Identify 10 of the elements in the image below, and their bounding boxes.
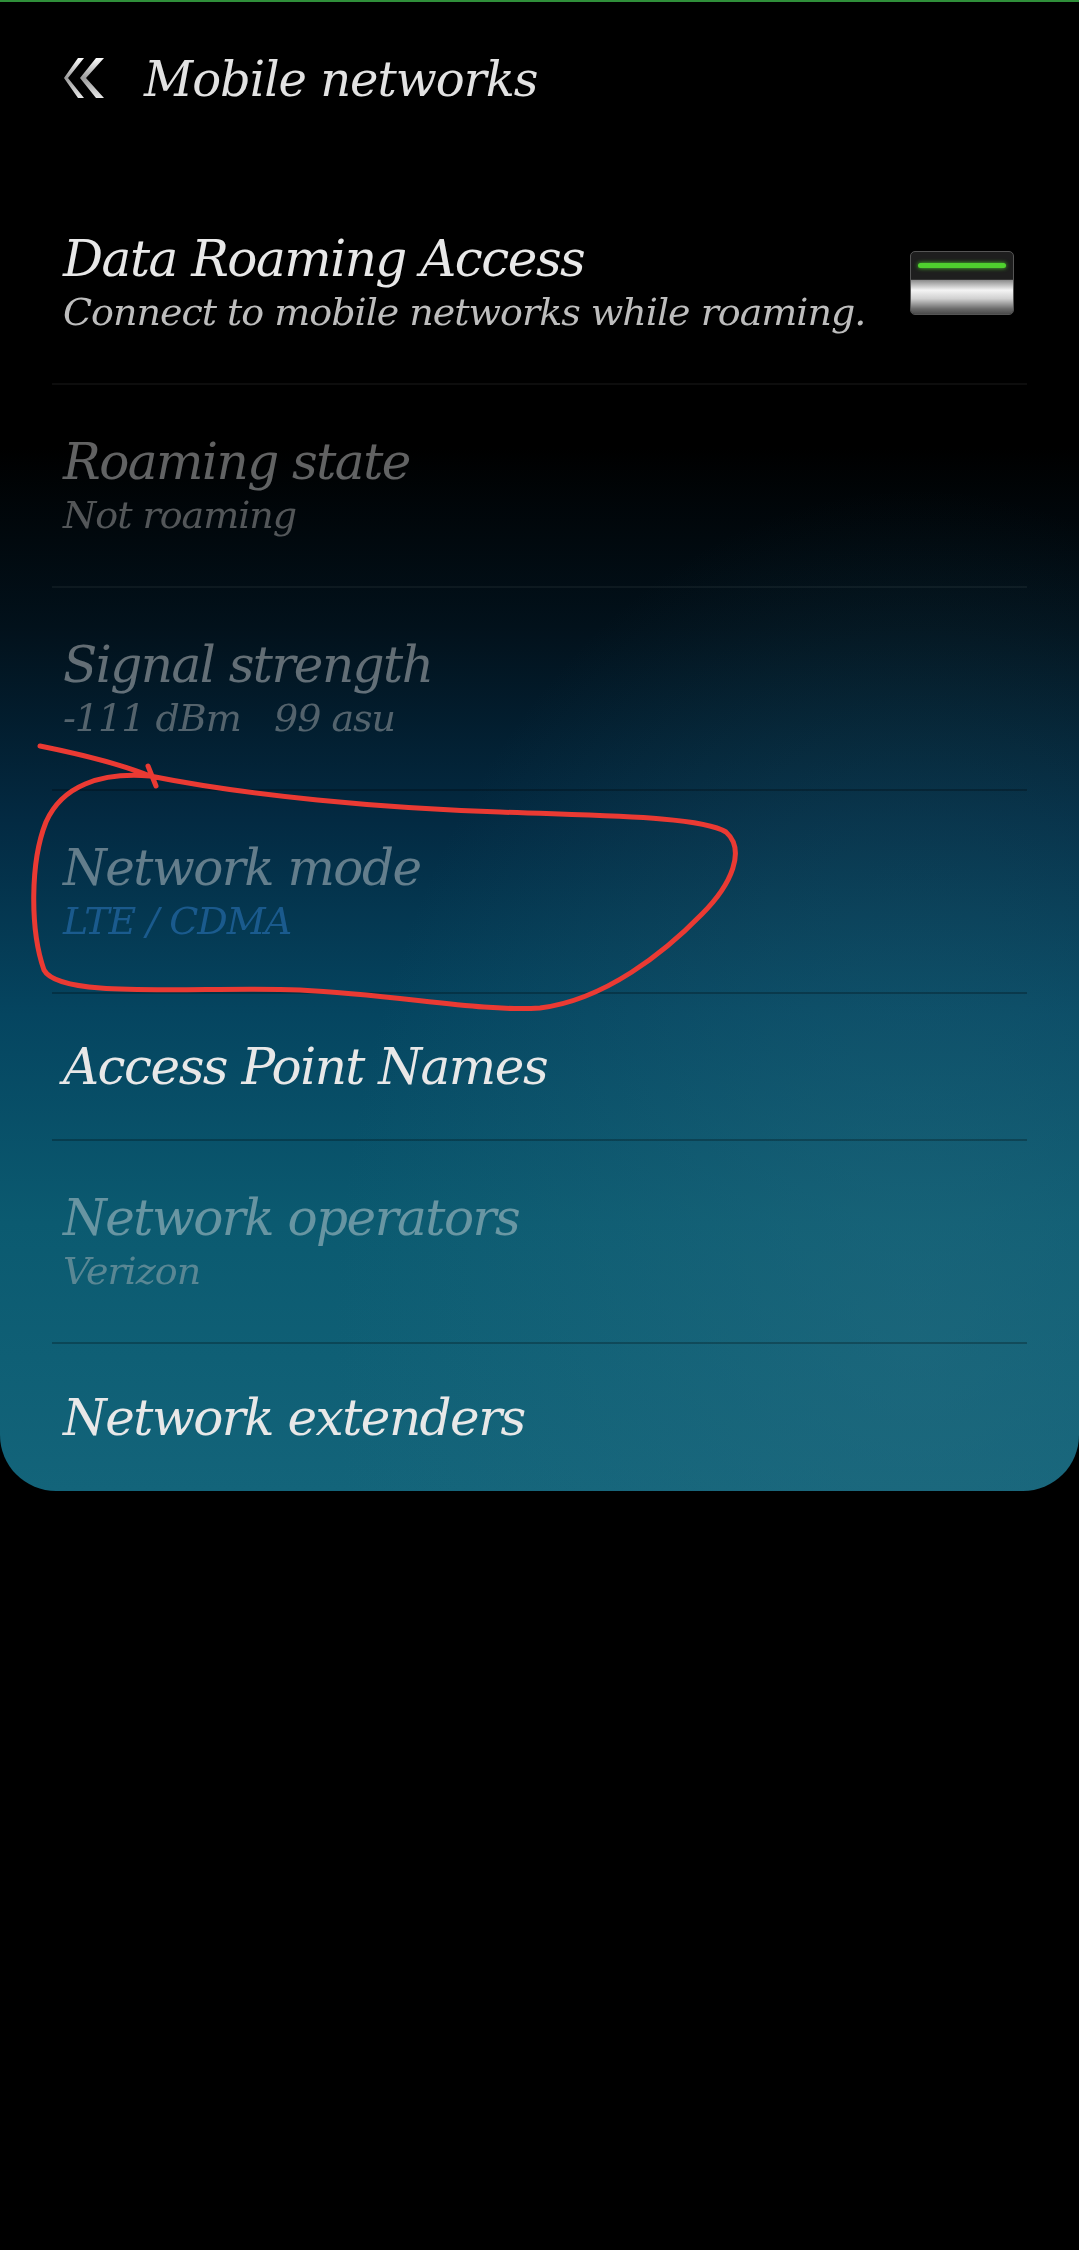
setting-title[interactable]: Data Roaming Access <box>63 229 866 288</box>
setting-summary: Not roaming <box>63 491 298 539</box>
toggle-switch[interactable] <box>910 250 1014 315</box>
screen-title: Mobile networks <box>144 56 538 102</box>
setting-summary: LTE / CDMA <box>63 897 293 945</box>
setting-summary: -111 dBm 99 asu <box>63 694 397 742</box>
setting-title[interactable]: Network extenders <box>63 1388 525 1447</box>
setting-summary: Connect to mobile networks while roaming. <box>63 288 866 336</box>
setting-summary: Verizon <box>63 1247 202 1295</box>
back-icon[interactable] <box>64 56 106 100</box>
